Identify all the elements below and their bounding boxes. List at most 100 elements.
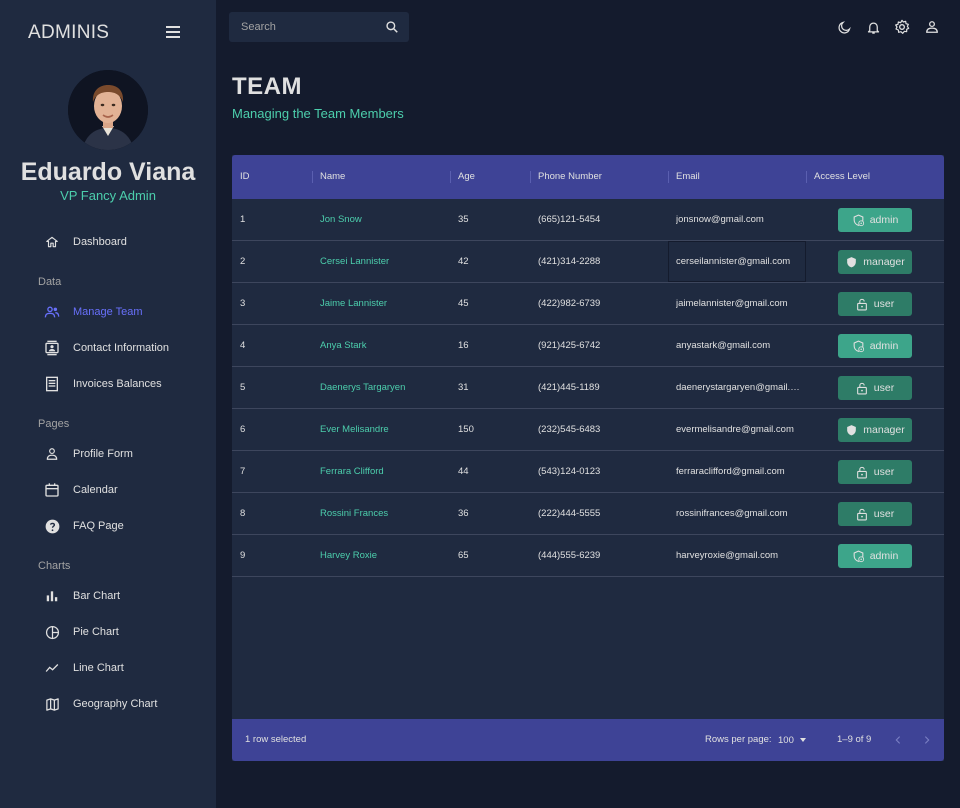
table-row[interactable]: 7 Ferrara Clifford 44 (543)124-0123 ferr…	[232, 451, 944, 493]
brand-row: ADMINIS	[28, 22, 188, 48]
sidebar-item-line-chart[interactable]: Line Chart	[44, 656, 212, 680]
column-header-phone[interactable]: Phone Number	[538, 171, 602, 182]
sidebar-item-geography-chart[interactable]: Geography Chart	[44, 692, 212, 716]
rows-per-page-label: Rows per page:	[705, 734, 772, 745]
access-badge-user[interactable]: user	[838, 376, 912, 400]
column-separator[interactable]	[530, 171, 531, 183]
sidebar-item-calendar[interactable]: Calendar	[44, 478, 212, 502]
cell-email: evermelisandre@gmail.com	[676, 424, 794, 435]
column-separator[interactable]	[450, 171, 451, 183]
access-badge-manager[interactable]: manager	[838, 250, 912, 274]
contacts-icon	[44, 340, 60, 356]
lock-open-icon	[856, 382, 869, 395]
column-header-email[interactable]: Email	[676, 171, 700, 182]
row-selection-count: 1 row selected	[245, 734, 307, 745]
cell-age: 65	[458, 550, 469, 561]
lock-open-icon	[856, 466, 869, 479]
column-separator[interactable]	[806, 171, 807, 183]
cell-id: 5	[240, 382, 246, 393]
column-separator[interactable]	[312, 171, 313, 183]
access-badge-label: admin	[869, 214, 899, 226]
sidebar-item-faq-page[interactable]: FAQ Page	[44, 514, 212, 538]
sidebar-item-manage-team[interactable]: Manage Team	[44, 300, 212, 324]
grid-header-row: ID Name Age Phone Number Email Access Le…	[232, 155, 944, 199]
sidebar-item-contact-information[interactable]: Contact Information	[44, 336, 212, 360]
sidebar-item-pie-chart[interactable]: Pie Chart	[44, 620, 212, 644]
sidebar-item-bar-chart[interactable]: Bar Chart	[44, 584, 212, 608]
cell-phone: (422)982-6739	[538, 298, 601, 309]
table-row[interactable]: 2 Cersei Lannister 42 (421)314-2288 cers…	[232, 241, 944, 283]
column-header-name[interactable]: Name	[320, 171, 345, 182]
access-badge-user[interactable]: user	[838, 292, 912, 316]
dark-mode-moon-icon[interactable]	[836, 19, 852, 35]
table-row[interactable]: 9 Harvey Roxie 65 (444)555-6239 harveyro…	[232, 535, 944, 577]
notifications-bell-icon[interactable]	[865, 19, 881, 35]
access-badge-user[interactable]: user	[838, 502, 912, 526]
table-row[interactable]: 5 Daenerys Targaryen 31 (421)445-1189 da…	[232, 367, 944, 409]
sidebar-item-label: Dashboard	[73, 236, 127, 248]
map-icon	[44, 696, 60, 712]
section-title-charts: Charts	[38, 560, 71, 572]
cell-age: 42	[458, 256, 469, 267]
column-header-access-level[interactable]: Access Level	[814, 171, 870, 182]
user-account-icon[interactable]	[924, 19, 940, 35]
menu-toggle-icon[interactable]	[166, 26, 180, 38]
cell-name: Cersei Lannister	[320, 256, 390, 267]
column-header-id[interactable]: ID	[240, 171, 250, 182]
previous-page-chevron-icon[interactable]	[890, 732, 906, 748]
table-row[interactable]: 4 Anya Stark 16 (921)425-6742 anyastark@…	[232, 325, 944, 367]
rows-per-page-select[interactable]: 100	[778, 732, 810, 748]
cell-id: 6	[240, 424, 246, 435]
profile-role: VP Fancy Admin	[60, 188, 156, 203]
sidebar-item-label: Bar Chart	[73, 590, 121, 602]
cell-phone: (232)545-6483	[538, 424, 601, 435]
cell-name: Harvey Roxie	[320, 550, 378, 561]
sidebar-item-label: Contact Information	[73, 342, 169, 354]
search-icon[interactable]	[385, 20, 399, 39]
table-row[interactable]: 6 Ever Melisandre 150 (232)545-6483 ever…	[232, 409, 944, 451]
access-badge-admin[interactable]: admin	[838, 208, 912, 232]
sidebar-item-profile-form[interactable]: Profile Form	[44, 442, 212, 466]
cell-name: Daenerys Targaryen	[320, 382, 406, 393]
search-box	[229, 12, 409, 42]
cell-name: Jon Snow	[320, 214, 362, 225]
cell-phone: (222)444-5555	[538, 508, 601, 519]
cell-email: anyastark@gmail.com	[676, 340, 771, 351]
cell-email: jaimelannister@gmail.com	[676, 298, 788, 309]
table-row[interactable]: 3 Jaime Lannister 45 (422)982-6739 jaime…	[232, 283, 944, 325]
admin-panel-icon	[852, 339, 865, 353]
rows-per-page-value: 100	[778, 734, 794, 746]
cell-id: 1	[240, 214, 246, 225]
sidebar-item-dashboard[interactable]: Dashboard	[44, 230, 212, 254]
table-row[interactable]: 1 Jon Snow 35 (665)121-5454 jonsnow@gmai…	[232, 199, 944, 241]
next-page-chevron-icon[interactable]	[919, 732, 935, 748]
sidebar-item-label: Invoices Balances	[73, 378, 162, 390]
column-header-age[interactable]: Age	[458, 171, 475, 182]
access-badge-manager[interactable]: manager	[838, 418, 912, 442]
settings-gear-icon[interactable]	[894, 19, 910, 35]
access-badge-label: manager	[863, 424, 905, 436]
access-badge-label: user	[873, 298, 895, 310]
access-badge-label: admin	[869, 340, 899, 352]
sidebar-item-invoices-balances[interactable]: Invoices Balances	[44, 372, 212, 396]
cell-name: Anya Stark	[320, 340, 367, 351]
table-row[interactable]: 8 Rossini Frances 36 (222)444-5555 rossi…	[232, 493, 944, 535]
cell-id: 7	[240, 466, 246, 477]
cell-phone: (421)445-1189	[538, 382, 600, 393]
sidebar-item-label: FAQ Page	[73, 520, 124, 532]
cell-age: 45	[458, 298, 469, 309]
cell-name: Ferrara Clifford	[320, 466, 384, 477]
access-badge-user[interactable]: user	[838, 460, 912, 484]
access-badge-admin[interactable]: admin	[838, 334, 912, 358]
grid-footer: 1 row selected Rows per page: 100 1–9 of…	[232, 719, 944, 761]
page-subtitle: Managing the Team Members	[232, 106, 404, 121]
line-chart-icon	[44, 660, 60, 676]
column-separator[interactable]	[668, 171, 669, 183]
receipt-icon	[44, 376, 60, 392]
access-badge-admin[interactable]: admin	[838, 544, 912, 568]
cell-age: 31	[458, 382, 469, 393]
brand-logo-text: ADMINIS	[28, 22, 110, 43]
home-icon	[44, 234, 60, 250]
cell-age: 16	[458, 340, 469, 351]
search-input[interactable]	[241, 18, 371, 36]
